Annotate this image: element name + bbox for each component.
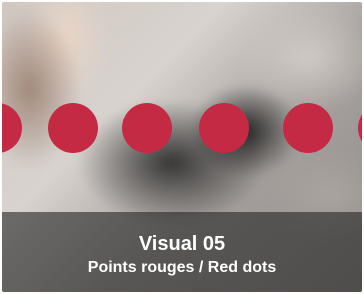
visual-title: Visual 05 (138, 233, 226, 255)
visual-subtitle: Points rouges / Red dots (87, 259, 277, 276)
red-dot (199, 103, 249, 153)
red-dot (48, 103, 98, 153)
red-dots-row (2, 2, 362, 202)
red-dot (122, 103, 172, 153)
caption-overlay: Visual 05 Points rouges / Red dots (2, 212, 362, 292)
red-dot (358, 103, 362, 153)
red-dot (2, 103, 22, 153)
red-dot (283, 103, 333, 153)
visual-card[interactable]: Visual 05 Points rouges / Red dots (2, 2, 362, 292)
